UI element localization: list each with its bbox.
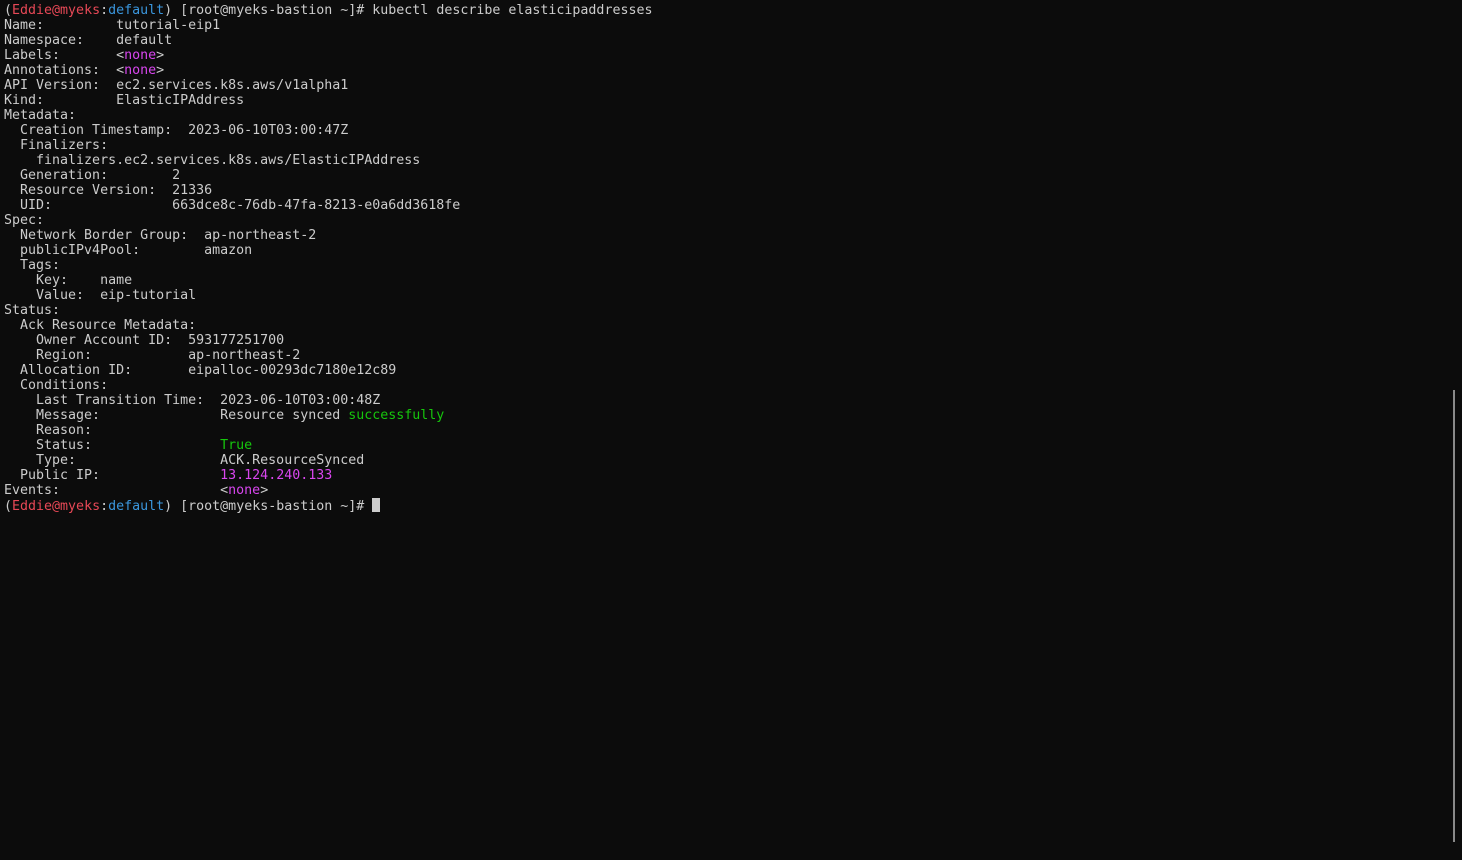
output-line: Creation Timestamp: 2023-06-10T03:00:47Z [4, 123, 652, 138]
prompt-user: Eddie@myeks [12, 499, 101, 514]
terminal-text: ) [root@myeks-bastion ~]# kubectl descri… [164, 3, 653, 18]
terminal-text: Type: ACK.ResourceSynced [4, 453, 365, 468]
output-line: Last Transition Time: 2023-06-10T03:00:4… [4, 393, 652, 408]
terminal-text: ) [root@myeks-bastion ~]# [164, 499, 373, 514]
output-line: Value: eip-tutorial [4, 288, 652, 303]
terminal-text: Creation Timestamp: 2023-06-10T03:00:47Z [4, 123, 349, 138]
terminal-text: Owner Account ID: 593177251700 [4, 333, 285, 348]
terminal-text: Name: tutorial-eip1 [4, 18, 221, 33]
scrollbar-thumb[interactable] [1453, 390, 1455, 842]
terminal-text: Conditions: [4, 378, 109, 393]
output-line: Reason: [4, 423, 652, 438]
terminal-text: Value: eip-tutorial [4, 288, 197, 303]
terminal-text: Status: [4, 438, 221, 453]
output-line: Allocation ID: eipalloc-00293dc7180e12c8… [4, 363, 652, 378]
output-line: Generation: 2 [4, 168, 652, 183]
terminal-text: Annotations: < [4, 63, 125, 78]
terminal-text: : [100, 3, 109, 18]
terminal-text: Ack Resource Metadata: [4, 318, 197, 333]
prompt-namespace: default [108, 3, 165, 18]
output-line: Kind: ElasticIPAddress [4, 93, 652, 108]
output-line: Events: <none> [4, 483, 652, 498]
output-line: Region: ap-northeast-2 [4, 348, 652, 363]
output-line: Status: True [4, 438, 652, 453]
terminal-text: Network Border Group: ap-northeast-2 [4, 228, 317, 243]
output-line: Tags: [4, 258, 652, 273]
terminal-text: Key: name [4, 273, 133, 288]
terminal-text: Events: < [4, 483, 229, 498]
output-line: Message: Resource synced successfully [4, 408, 652, 423]
command-line: (Eddie@myeks:default) [root@myeks-bastio… [4, 3, 652, 18]
terminal-text: Message: Resource synced [4, 408, 349, 423]
terminal-text: : [100, 499, 109, 514]
output-line: Network Border Group: ap-northeast-2 [4, 228, 652, 243]
terminal-text: successfully [348, 408, 445, 423]
prompt-namespace: default [108, 499, 165, 514]
scrollbar-track[interactable] [1450, 0, 1462, 860]
terminal-text: 13.124.240.133 [220, 468, 333, 483]
terminal-text: Metadata: [4, 108, 77, 123]
terminal-text: Last Transition Time: 2023-06-10T03:00:4… [4, 393, 381, 408]
terminal-text: Status: [4, 303, 61, 318]
terminal-text: UID: 663dce8c-76db-47fa-8213-e0a6dd3618f… [4, 198, 461, 213]
terminal-text: True [220, 438, 253, 453]
output-line: API Version: ec2.services.k8s.aws/v1alph… [4, 78, 652, 93]
output-line: Conditions: [4, 378, 652, 393]
output-line: Status: [4, 303, 652, 318]
terminal-text: Spec: [4, 213, 45, 228]
terminal-text: > [156, 63, 165, 78]
output-line: Ack Resource Metadata: [4, 318, 652, 333]
terminal-text: none [124, 48, 157, 63]
terminal-text: API Version: ec2.services.k8s.aws/v1alph… [4, 78, 349, 93]
terminal-text: Finalizers: [4, 138, 109, 153]
output-line: Key: name [4, 273, 652, 288]
terminal-text: publicIPv4Pool: amazon [4, 243, 253, 258]
terminal-text: Allocation ID: eipalloc-00293dc7180e12c8… [4, 363, 397, 378]
output-line: Metadata: [4, 108, 652, 123]
output-line: UID: 663dce8c-76db-47fa-8213-e0a6dd3618f… [4, 198, 652, 213]
terminal-text: finalizers.ec2.services.k8s.aws/ElasticI… [4, 153, 421, 168]
terminal-text: Kind: ElasticIPAddress [4, 93, 245, 108]
terminal-text: none [228, 483, 261, 498]
output-line: Name: tutorial-eip1 [4, 18, 652, 33]
terminal-text: > [156, 48, 165, 63]
terminal-text: Labels: < [4, 48, 125, 63]
output-line: Annotations: <none> [4, 63, 652, 78]
prompt-line: (Eddie@myeks:default) [root@myeks-bastio… [4, 498, 652, 514]
terminal-text: Tags: [4, 258, 61, 273]
terminal-text: Namespace: default [4, 33, 173, 48]
output-line: Type: ACK.ResourceSynced [4, 453, 652, 468]
output-line: Spec: [4, 213, 652, 228]
terminal-output: (Eddie@myeks:default) [root@myeks-bastio… [4, 3, 652, 514]
output-line: Labels: <none> [4, 48, 652, 63]
terminal-text: Public IP: [4, 468, 221, 483]
terminal-text: Generation: 2 [4, 168, 181, 183]
output-line: Namespace: default [4, 33, 652, 48]
output-line: finalizers.ec2.services.k8s.aws/ElasticI… [4, 153, 652, 168]
terminal-text: ( [4, 3, 13, 18]
terminal-text: > [260, 483, 269, 498]
terminal-text: Region: ap-northeast-2 [4, 348, 301, 363]
terminal-text: ( [4, 499, 13, 514]
output-line: Owner Account ID: 593177251700 [4, 333, 652, 348]
text-cursor [372, 498, 381, 512]
terminal-window[interactable]: (Eddie@myeks:default) [root@myeks-bastio… [0, 0, 1462, 860]
output-line: Resource Version: 21336 [4, 183, 652, 198]
output-line: Public IP: 13.124.240.133 [4, 468, 652, 483]
terminal-text: Resource Version: 21336 [4, 183, 213, 198]
terminal-text: Reason: [4, 423, 93, 438]
prompt-user: Eddie@myeks [12, 3, 101, 18]
output-line: Finalizers: [4, 138, 652, 153]
output-line: publicIPv4Pool: amazon [4, 243, 652, 258]
terminal-text: none [124, 63, 157, 78]
